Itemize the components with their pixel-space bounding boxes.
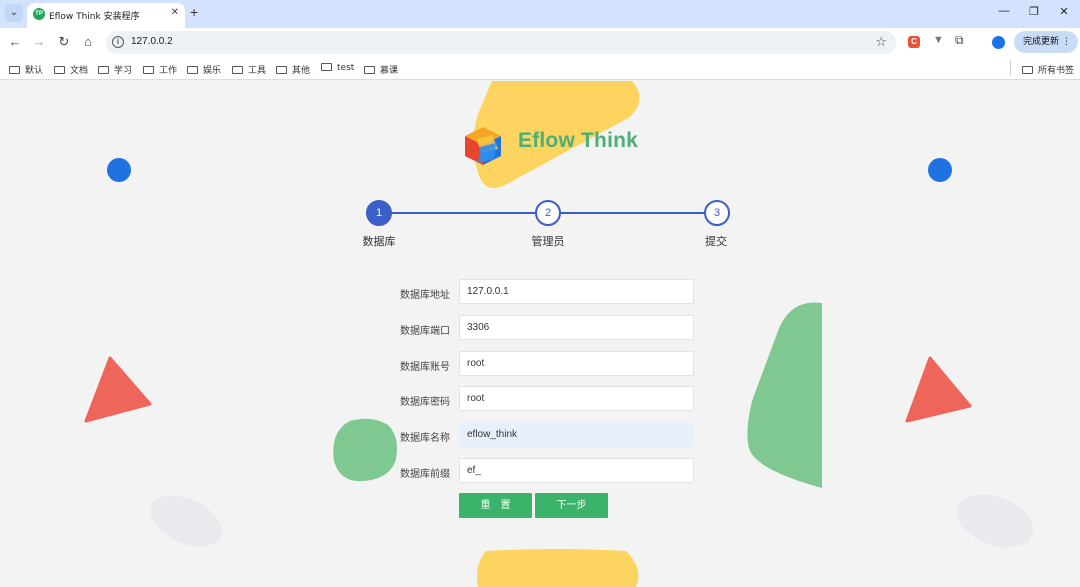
folder-icon — [54, 66, 65, 74]
bookmark-folder[interactable]: 学习 — [98, 63, 132, 76]
url-text[interactable]: 127.0.0.2 — [131, 36, 173, 47]
db-prefix-label: 数据库前缀 — [400, 469, 450, 480]
tab-strip: ⌄ TP Eflow Think 安装程序 ✕ + — ❐ ✕ — [0, 0, 1080, 28]
grey-blob-left — [150, 495, 222, 547]
home-icon[interactable]: ⌂ — [80, 35, 96, 49]
folder-icon — [232, 66, 243, 74]
extensions-icon[interactable]: ⧉ — [955, 33, 964, 48]
all-bookmarks[interactable]: 所有书签 — [1022, 63, 1074, 76]
folder-icon — [98, 66, 109, 74]
close-window-icon[interactable]: ✕ — [1054, 5, 1074, 18]
folder-icon — [187, 66, 198, 74]
new-tab-icon[interactable]: + — [190, 4, 198, 20]
db-password-label: 数据库密码 — [400, 397, 450, 408]
grey-blob-right — [956, 494, 1034, 548]
db-port-input[interactable] — [459, 315, 694, 340]
restore-icon[interactable]: ❐ — [1024, 5, 1044, 18]
reset-button[interactable]: 重 置 — [459, 493, 532, 518]
db-password-input[interactable] — [459, 386, 694, 411]
folder-icon — [9, 66, 20, 74]
bookmarks-bar: 默认 文档 学习 工作 娱乐 工具 其他 test 慕课 所有书签 — [0, 57, 1080, 80]
back-arrow-icon[interactable]: ← — [7, 35, 23, 49]
bookmark-folder[interactable]: 工作 — [143, 63, 177, 76]
folder-icon — [321, 63, 332, 71]
db-user-input[interactable] — [459, 351, 694, 376]
bookmark-star-icon[interactable]: ☆ — [875, 34, 887, 50]
tab-title: Eflow Think 安装程序 — [49, 12, 140, 22]
bookmark-folder[interactable]: 默认 — [9, 63, 43, 76]
tab-favicon-icon: TP — [33, 8, 45, 20]
db-name-label: 数据库名称 — [400, 433, 450, 444]
next-step-button[interactable]: 下一步 — [535, 493, 608, 518]
blue-dot-right — [928, 158, 952, 182]
folder-icon — [276, 66, 287, 74]
update-button[interactable]: 完成更新 ⋮ — [1014, 31, 1078, 53]
extension-c-icon[interactable]: C — [908, 36, 920, 48]
step-2-label: 管理员 — [531, 235, 565, 248]
db-user-label: 数据库账号 — [400, 362, 450, 373]
step-3-circle: 3 — [704, 200, 730, 226]
forward-arrow-icon[interactable]: → — [31, 35, 47, 49]
step-1-label: 数据库 — [362, 235, 396, 248]
folder-icon — [1022, 66, 1033, 74]
site-info-icon[interactable]: i — [112, 36, 124, 48]
folder-icon — [364, 66, 375, 74]
minimize-icon[interactable]: — — [994, 5, 1014, 17]
bookmark-folder[interactable]: 娱乐 — [187, 63, 221, 76]
address-bar[interactable]: i 127.0.0.2 ☆ — [106, 31, 896, 54]
blue-dot-left — [107, 158, 131, 182]
brand-name: Eflow Think — [518, 129, 639, 152]
active-tab[interactable]: TP Eflow Think 安装程序 ✕ — [27, 3, 185, 28]
profile-icon[interactable] — [992, 36, 1005, 49]
bookmark-folder[interactable]: 其他 — [276, 63, 310, 76]
db-prefix-input[interactable] — [459, 458, 694, 483]
bookmark-folder[interactable]: 工具 — [232, 63, 266, 76]
extension-v-icon[interactable]: ▼ — [933, 34, 944, 46]
bookmarks-separator — [1010, 61, 1011, 75]
installer-page: Eflow Think 1 2 3 数据库 管理员 提交 数据库地址 数据库端口… — [0, 81, 1080, 587]
db-host-input[interactable] — [459, 279, 694, 304]
step-connector — [379, 212, 548, 214]
close-tab-icon[interactable]: ✕ — [171, 7, 179, 18]
bookmark-folder[interactable]: 慕课 — [364, 63, 398, 76]
yellow-blob-bottom — [477, 549, 639, 587]
green-blob-right — [747, 302, 822, 488]
db-host-label: 数据库地址 — [400, 290, 450, 301]
bookmark-folder[interactable]: 文档 — [54, 63, 88, 76]
db-name-input[interactable] — [459, 422, 694, 447]
db-port-label: 数据库端口 — [400, 326, 450, 337]
tab-search-icon[interactable]: ⌄ — [5, 4, 23, 22]
reload-icon[interactable]: ↻ — [56, 35, 72, 49]
bookmark-folder[interactable]: test — [321, 63, 354, 73]
step-3-label: 提交 — [705, 235, 727, 248]
step-connector — [548, 212, 717, 214]
folder-icon — [143, 66, 154, 74]
eflow-logo-icon — [465, 127, 501, 165]
red-triangle-left — [84, 356, 152, 423]
step-2-circle: 2 — [535, 200, 561, 226]
red-triangle-right — [905, 356, 972, 423]
step-1-circle: 1 — [366, 200, 392, 226]
